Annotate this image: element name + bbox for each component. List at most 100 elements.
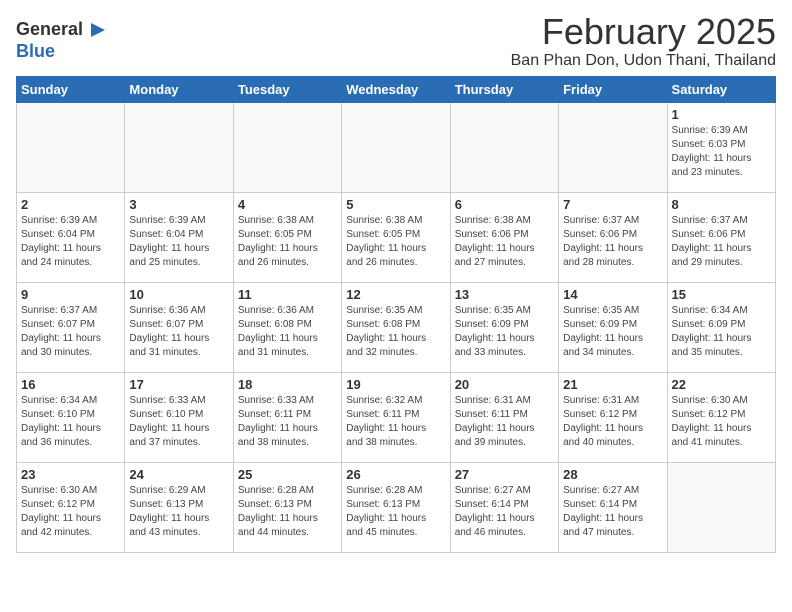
table-row: 17 Sunrise: 6:33 AMSunset: 6:10 PMDayligh… — [125, 372, 233, 462]
header-saturday: Saturday — [667, 76, 775, 102]
day-number: 7 — [563, 197, 662, 212]
day-info: Sunrise: 6:39 AMSunset: 6:03 PMDaylight:… — [672, 124, 771, 180]
day-number: 24 — [129, 467, 228, 482]
day-info: Sunrise: 6:30 AMSunset: 6:12 PMDaylight:… — [21, 484, 120, 540]
weekday-header-row: Sunday Monday Tuesday Wednesday Thursday… — [17, 76, 776, 102]
day-info: Sunrise: 6:35 AMSunset: 6:09 PMDaylight:… — [563, 304, 662, 360]
day-info: Sunrise: 6:37 AMSunset: 6:07 PMDaylight:… — [21, 304, 120, 360]
day-number: 13 — [455, 287, 554, 302]
day-info: Sunrise: 6:38 AMSunset: 6:05 PMDaylight:… — [346, 214, 445, 270]
calendar-week-row: 1 Sunrise: 6:39 AMSunset: 6:03 PMDaylight… — [17, 102, 776, 192]
table-row: 18 Sunrise: 6:33 AMSunset: 6:11 PMDayligh… — [233, 372, 341, 462]
logo: General Blue — [16, 16, 109, 60]
day-number: 20 — [455, 377, 554, 392]
day-info: Sunrise: 6:33 AMSunset: 6:10 PMDaylight:… — [129, 394, 228, 450]
table-row: 3 Sunrise: 6:39 AMSunset: 6:04 PMDaylight… — [125, 192, 233, 282]
day-number: 2 — [21, 197, 120, 212]
table-row: 21Sunrise: 6:31 AMSunset: 6:12 PMDayligh… — [559, 372, 667, 462]
day-number: 16 — [21, 377, 120, 392]
day-number: 8 — [672, 197, 771, 212]
day-info: Sunrise: 6:36 AMSunset: 6:07 PMDaylight:… — [129, 304, 228, 360]
table-row — [17, 102, 125, 192]
header-monday: Monday — [125, 76, 233, 102]
day-info: Sunrise: 6:28 AMSunset: 6:13 PMDaylight:… — [238, 484, 337, 540]
day-number: 10 — [129, 287, 228, 302]
day-info: Sunrise: 6:38 AMSunset: 6:05 PMDaylight:… — [238, 214, 337, 270]
day-number: 18 — [238, 377, 337, 392]
table-row — [667, 462, 775, 552]
calendar-body: 1 Sunrise: 6:39 AMSunset: 6:03 PMDaylight… — [17, 102, 776, 552]
calendar-header: Sunday Monday Tuesday Wednesday Thursday… — [17, 76, 776, 102]
table-row: 15Sunrise: 6:34 AMSunset: 6:09 PMDayligh… — [667, 282, 775, 372]
logo-icon — [85, 16, 109, 42]
day-info: Sunrise: 6:36 AMSunset: 6:08 PMDaylight:… — [238, 304, 337, 360]
day-info: Sunrise: 6:35 AMSunset: 6:09 PMDaylight:… — [455, 304, 554, 360]
table-row: 12 Sunrise: 6:35 AMSunset: 6:08 PMDayligh… — [342, 282, 450, 372]
day-info: Sunrise: 6:38 AMSunset: 6:06 PMDaylight:… — [455, 214, 554, 270]
day-number: 23 — [21, 467, 120, 482]
calendar-week-row: 23 Sunrise: 6:30 AMSunset: 6:12 PMDayligh… — [17, 462, 776, 552]
table-row: 19Sunrise: 6:32 AMSunset: 6:11 PMDayligh… — [342, 372, 450, 462]
header-thursday: Thursday — [450, 76, 558, 102]
day-number: 22 — [672, 377, 771, 392]
day-info: Sunrise: 6:27 AMSunset: 6:14 PMDaylight:… — [455, 484, 554, 540]
header-sunday: Sunday — [17, 76, 125, 102]
day-info: Sunrise: 6:28 AMSunset: 6:13 PMDaylight:… — [346, 484, 445, 540]
day-info: Sunrise: 6:34 AMSunset: 6:09 PMDaylight:… — [672, 304, 771, 360]
logo-blue: Blue — [16, 42, 55, 60]
day-number: 5 — [346, 197, 445, 212]
table-row: 9 Sunrise: 6:37 AMSunset: 6:07 PMDaylight… — [17, 282, 125, 372]
table-row: 22 Sunrise: 6:30 AMSunset: 6:12 PMDayligh… — [667, 372, 775, 462]
table-row: 27 Sunrise: 6:27 AMSunset: 6:14 PMDayligh… — [450, 462, 558, 552]
table-row: 5 Sunrise: 6:38 AMSunset: 6:05 PMDaylight… — [342, 192, 450, 282]
day-info: Sunrise: 6:39 AMSunset: 6:04 PMDaylight:… — [129, 214, 228, 270]
header-tuesday: Tuesday — [233, 76, 341, 102]
table-row: 20 Sunrise: 6:31 AMSunset: 6:11 PMDayligh… — [450, 372, 558, 462]
day-info: Sunrise: 6:27 AMSunset: 6:14 PMDaylight:… — [563, 484, 662, 540]
calendar-title: February 2025 — [511, 12, 776, 52]
day-number: 27 — [455, 467, 554, 482]
day-info: Sunrise: 6:29 AMSunset: 6:13 PMDaylight:… — [129, 484, 228, 540]
day-number: 9 — [21, 287, 120, 302]
day-number: 26 — [346, 467, 445, 482]
day-info: Sunrise: 6:31 AMSunset: 6:12 PMDaylight:… — [563, 394, 662, 450]
logo-general: General — [16, 20, 83, 38]
table-row: 2 Sunrise: 6:39 AMSunset: 6:04 PMDaylight… — [17, 192, 125, 282]
day-info: Sunrise: 6:31 AMSunset: 6:11 PMDaylight:… — [455, 394, 554, 450]
day-number: 14 — [563, 287, 662, 302]
day-info: Sunrise: 6:33 AMSunset: 6:11 PMDaylight:… — [238, 394, 337, 450]
day-info: Sunrise: 6:34 AMSunset: 6:10 PMDaylight:… — [21, 394, 120, 450]
page: General Blue February 2025 Ban Phan Don,… — [0, 0, 792, 565]
table-row: 6 Sunrise: 6:38 AMSunset: 6:06 PMDaylight… — [450, 192, 558, 282]
day-info: Sunrise: 6:37 AMSunset: 6:06 PMDaylight:… — [672, 214, 771, 270]
table-row — [233, 102, 341, 192]
day-number: 19 — [346, 377, 445, 392]
header: General Blue February 2025 Ban Phan Don,… — [16, 12, 776, 70]
table-row: 7Sunrise: 6:37 AMSunset: 6:06 PMDaylight… — [559, 192, 667, 282]
table-row: 28Sunrise: 6:27 AMSunset: 6:14 PMDayligh… — [559, 462, 667, 552]
table-row: 8 Sunrise: 6:37 AMSunset: 6:06 PMDaylight… — [667, 192, 775, 282]
day-number: 3 — [129, 197, 228, 212]
calendar-subtitle: Ban Phan Don, Udon Thani, Thailand — [511, 52, 776, 70]
table-row: 14 Sunrise: 6:35 AMSunset: 6:09 PMDayligh… — [559, 282, 667, 372]
table-row: 11Sunrise: 6:36 AMSunset: 6:08 PMDayligh… — [233, 282, 341, 372]
table-row: 26 Sunrise: 6:28 AMSunset: 6:13 PMDayligh… — [342, 462, 450, 552]
table-row: 16 Sunrise: 6:34 AMSunset: 6:10 PMDayligh… — [17, 372, 125, 462]
day-number: 12 — [346, 287, 445, 302]
table-row: 4 Sunrise: 6:38 AMSunset: 6:05 PMDaylight… — [233, 192, 341, 282]
day-number: 4 — [238, 197, 337, 212]
table-row: 10 Sunrise: 6:36 AMSunset: 6:07 PMDayligh… — [125, 282, 233, 372]
header-wednesday: Wednesday — [342, 76, 450, 102]
day-number: 17 — [129, 377, 228, 392]
calendar-table: Sunday Monday Tuesday Wednesday Thursday… — [16, 76, 776, 553]
day-number: 1 — [672, 107, 771, 122]
table-row — [342, 102, 450, 192]
calendar-week-row: 9 Sunrise: 6:37 AMSunset: 6:07 PMDaylight… — [17, 282, 776, 372]
day-info: Sunrise: 6:30 AMSunset: 6:12 PMDaylight:… — [672, 394, 771, 450]
table-row: 13 Sunrise: 6:35 AMSunset: 6:09 PMDayligh… — [450, 282, 558, 372]
day-info: Sunrise: 6:35 AMSunset: 6:08 PMDaylight:… — [346, 304, 445, 360]
table-row — [559, 102, 667, 192]
table-row: 1 Sunrise: 6:39 AMSunset: 6:03 PMDaylight… — [667, 102, 775, 192]
day-info: Sunrise: 6:39 AMSunset: 6:04 PMDaylight:… — [21, 214, 120, 270]
day-number: 6 — [455, 197, 554, 212]
